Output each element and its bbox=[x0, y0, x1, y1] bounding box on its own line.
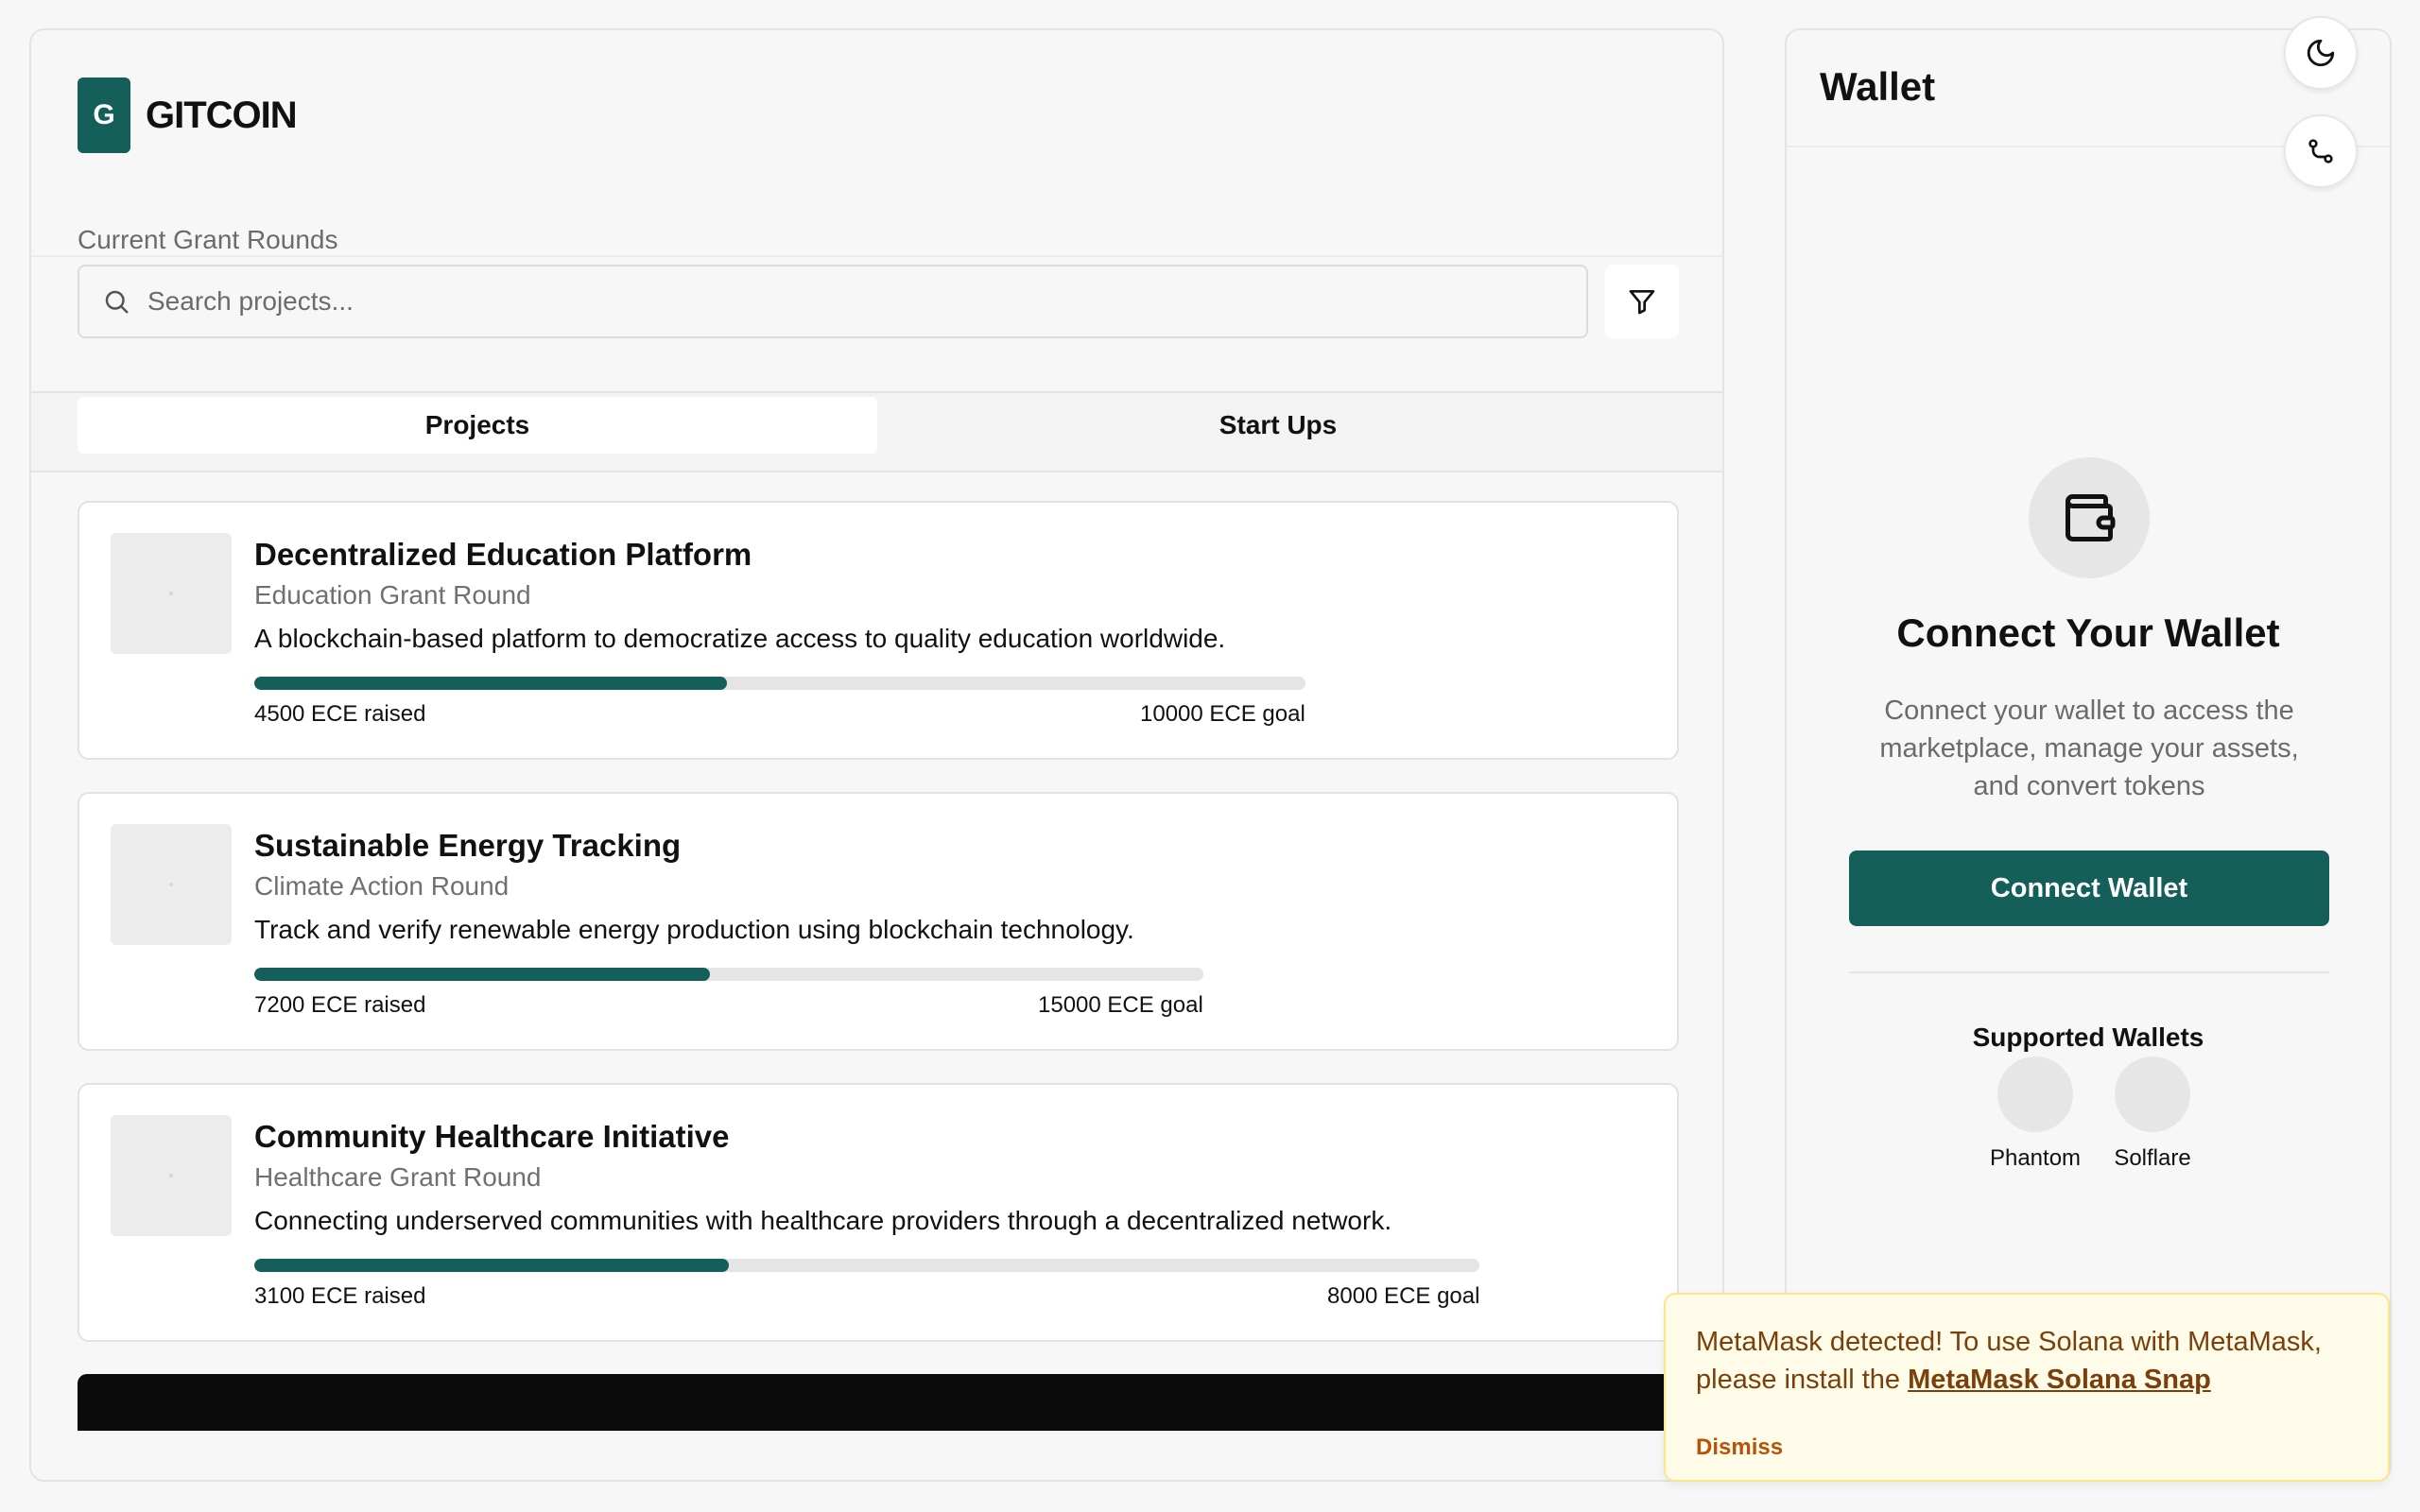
goal-amount: 15000 ECE goal bbox=[1038, 992, 1203, 1018]
grants-panel: G GITCOIN Current Grant Rounds Projects … bbox=[29, 28, 1724, 1482]
route-icon bbox=[2308, 139, 2333, 163]
raised-amount: 4500 ECE raised bbox=[254, 701, 426, 727]
progress-bar bbox=[254, 968, 1203, 981]
project-description: A blockchain-based platform to democrati… bbox=[254, 624, 1226, 653]
connect-wallet-button[interactable]: Connect Wallet bbox=[1849, 850, 2329, 926]
project-title: Community Healthcare Initiative bbox=[254, 1119, 730, 1154]
project-description: Connecting underserved communities with … bbox=[254, 1206, 1392, 1235]
toast-message: MetaMask detected! To use Solana with Me… bbox=[1696, 1323, 2358, 1399]
project-round: Healthcare Grant Round bbox=[254, 1162, 542, 1192]
metamask-snap-link[interactable]: MetaMask Solana Snap bbox=[1908, 1365, 2211, 1395]
project-card[interactable]: Decentralized Education Platform Educati… bbox=[78, 501, 1679, 760]
project-description: Track and verify renewable energy produc… bbox=[254, 915, 1134, 944]
progress-fill bbox=[254, 1259, 730, 1272]
route-button[interactable] bbox=[2284, 114, 2358, 188]
filter-button[interactable] bbox=[1605, 265, 1679, 338]
wallet-option-label: Phantom bbox=[1989, 1145, 2082, 1171]
project-thumbnail bbox=[111, 1115, 232, 1236]
search-icon bbox=[105, 290, 129, 314]
project-card[interactable]: Sustainable Energy Tracking Climate Acti… bbox=[78, 792, 1679, 1051]
tab-projects[interactable]: Projects bbox=[78, 397, 877, 454]
connect-description: Connect your wallet to access the market… bbox=[1879, 696, 2299, 801]
wallet-title: Wallet bbox=[1820, 64, 1936, 109]
progress-bar bbox=[254, 677, 1305, 690]
apply-button[interactable] bbox=[78, 1374, 1679, 1431]
raised-amount: 7200 ECE raised bbox=[254, 992, 426, 1018]
progress-fill bbox=[254, 677, 728, 690]
wallet-option-phantom[interactable]: Phantom bbox=[1983, 1057, 2087, 1172]
supported-wallets-title: Supported Wallets bbox=[1972, 1022, 2204, 1052]
wallet-option-label: Solflare bbox=[2114, 1145, 2191, 1171]
goal-amount: 8000 ECE goal bbox=[1327, 1283, 1480, 1309]
header-divider bbox=[31, 255, 1722, 257]
project-round: Climate Action Round bbox=[254, 871, 510, 901]
page-subtitle: Current Grant Rounds bbox=[78, 225, 338, 254]
filter-icon bbox=[1629, 290, 1655, 315]
project-card[interactable]: Community Healthcare Initiative Healthca… bbox=[78, 1083, 1679, 1342]
metamask-toast: MetaMask detected! To use Solana with Me… bbox=[1664, 1293, 2390, 1482]
search-input[interactable] bbox=[146, 285, 1473, 318]
phantom-logo bbox=[1997, 1057, 2073, 1132]
project-thumbnail bbox=[111, 533, 232, 654]
project-thumbnail bbox=[111, 824, 232, 945]
search-box[interactable] bbox=[78, 265, 1588, 338]
theme-toggle-button[interactable] bbox=[2284, 16, 2358, 90]
dismiss-button[interactable]: Dismiss bbox=[1696, 1435, 1783, 1461]
tabs-bar: Projects Start Ups bbox=[31, 391, 1722, 472]
tab-start-ups[interactable]: Start Ups bbox=[878, 397, 1678, 454]
solflare-logo bbox=[2115, 1057, 2190, 1132]
progress-fill bbox=[254, 968, 710, 981]
project-round: Education Grant Round bbox=[254, 580, 531, 610]
project-title: Decentralized Education Platform bbox=[254, 537, 752, 572]
brand-logo: G bbox=[78, 77, 130, 153]
moon-icon bbox=[2307, 39, 2335, 67]
goal-amount: 10000 ECE goal bbox=[1140, 701, 1305, 727]
wallet-separator bbox=[1849, 971, 2329, 973]
wallet-icon-badge bbox=[2029, 457, 2150, 578]
brand[interactable]: G GITCOIN bbox=[78, 77, 298, 153]
raised-amount: 3100 ECE raised bbox=[254, 1283, 426, 1309]
brand-name: GITCOIN bbox=[146, 94, 298, 136]
progress-bar bbox=[254, 1259, 1479, 1272]
wallet-icon bbox=[2066, 494, 2116, 541]
wallet-option-solflare[interactable]: Solflare bbox=[2100, 1057, 2204, 1172]
wallet-panel: Wallet Connect Your Wallet Connect your … bbox=[1785, 28, 2392, 1482]
connect-title: Connect Your Wallet bbox=[1896, 610, 2280, 655]
project-title: Sustainable Energy Tracking bbox=[254, 828, 682, 863]
